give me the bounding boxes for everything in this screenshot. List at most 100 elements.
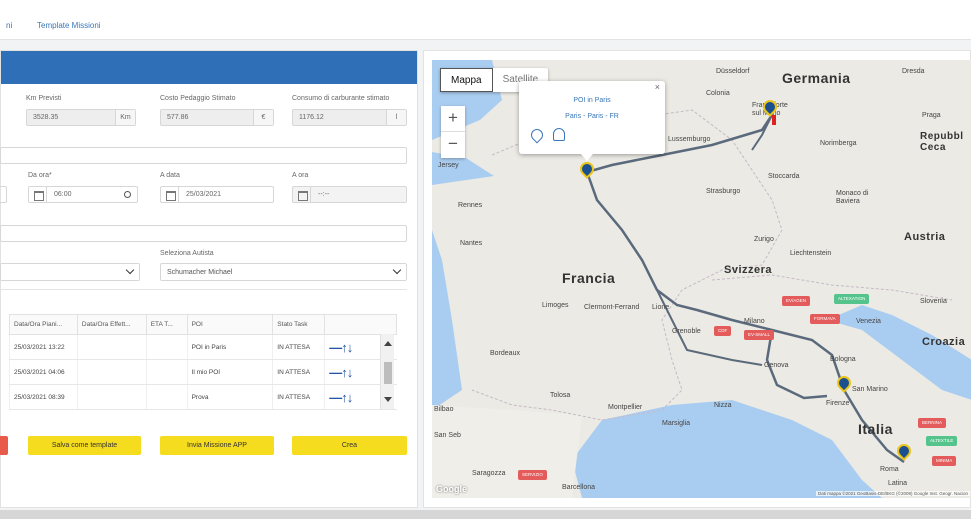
popup-title: POI in Paris	[573, 97, 611, 104]
city-label: San Seb	[434, 432, 461, 439]
poi-tag[interactable]: MINIMA	[932, 456, 957, 466]
cell-poi: POI in Paris	[186, 334, 273, 360]
from-date-input[interactable]	[0, 186, 7, 203]
delete-button[interactable]	[0, 436, 8, 455]
to-time-label: A ora	[292, 172, 309, 179]
map-attribution[interactable]: Dati mappa ©2021 GeoBasis-DE/BKG (©2009)…	[816, 491, 970, 496]
to-date-input[interactable]: 25/03/2021	[160, 186, 274, 203]
city-label: Roma	[880, 466, 899, 473]
zoom-control: + −	[441, 106, 465, 158]
description-input[interactable]	[0, 147, 407, 164]
toll-label: Costo Pedaggio Stimato	[160, 95, 236, 102]
breadcrumb-prev[interactable]: ni	[6, 21, 12, 30]
scroll-down-icon[interactable]	[384, 397, 392, 402]
col-eta[interactable]: ETA T...	[145, 314, 188, 335]
country-label-switzerland: Svizzera	[724, 264, 773, 276]
person-pin-icon[interactable]	[553, 128, 565, 141]
km-unit: Km	[115, 110, 135, 125]
driver-value: Schumacher Michael	[167, 269, 233, 276]
cell-actual	[76, 334, 147, 360]
location-pin-icon[interactable]	[528, 126, 546, 144]
city-label: Monaco di Baviera	[836, 190, 869, 205]
city-label: Norimberga	[820, 140, 857, 147]
city-label: Clermont-Ferrand	[584, 304, 640, 311]
col-status[interactable]: Stato Task	[272, 314, 326, 335]
col-actual[interactable]: Data/Ora Effett...	[76, 314, 147, 335]
poi-tag[interactable]: EV/AGEN	[782, 296, 811, 306]
poi-tag[interactable]: EV-SMALL	[744, 330, 775, 340]
city-label: Lione	[652, 304, 670, 311]
cell-planned: 25/03/2021 13:22	[9, 334, 78, 360]
vehicle-select[interactable]	[0, 263, 140, 281]
to-time-placeholder: --:--	[318, 191, 330, 198]
table-row[interactable]: 25/03/2021 04:06 Il mio POI IN ATTESA —↑…	[9, 359, 397, 385]
city-label: Grenoble	[672, 328, 701, 335]
city-label: Bordeaux	[490, 350, 520, 357]
city-label: Düsseldorf	[716, 68, 750, 75]
city-label: Jersey	[438, 162, 459, 169]
to-date-label: A data	[160, 172, 180, 179]
km-label: Km Previsti	[26, 95, 62, 102]
popup-address: Paris - Paris - FR	[565, 113, 619, 120]
fuel-field: 1176.12 l	[292, 109, 407, 126]
cell-status: IN ATTESA	[272, 334, 325, 360]
poi-tag[interactable]: ALTEXTILE	[926, 436, 958, 446]
from-time-label: Da ora*	[28, 172, 52, 179]
table-row[interactable]: 25/03/2021 13:22 POI in Paris IN ATTESA …	[9, 334, 397, 360]
cell-eta	[145, 334, 188, 360]
from-time-value: 06:00	[54, 191, 72, 198]
to-time-input[interactable]: --:--	[292, 186, 407, 203]
toll-field: 577.86 €	[160, 109, 274, 126]
city-label: Slovenia	[920, 298, 947, 305]
col-planned[interactable]: Data/Ora Piani...	[9, 314, 78, 335]
cell-eta	[145, 384, 188, 410]
fuel-value: 1176.12	[299, 114, 324, 121]
poi-tag[interactable]: ALTEXATION	[834, 294, 870, 304]
table-scrollbar[interactable]	[380, 334, 394, 409]
city-label: Genova	[764, 362, 789, 369]
poi-tag[interactable]: FORMAVA	[810, 314, 840, 324]
poi-tag[interactable]: SERVIZIO	[518, 470, 547, 480]
map-type-map[interactable]: Mappa	[440, 68, 493, 92]
route-map[interactable]: Mappa Satellite + − × POI in Paris Paris…	[432, 60, 971, 498]
city-label: Venezia	[856, 318, 881, 325]
table-header-row: Data/Ora Piani... Data/Ora Effett... ETA…	[9, 314, 397, 335]
city-label: Latina	[888, 480, 908, 487]
poi-tag[interactable]: BERNINA	[918, 418, 947, 428]
from-time-input[interactable]: 06:00	[28, 186, 138, 203]
save-template-button[interactable]: Salva come template	[28, 436, 141, 455]
city-label: Barcellona	[562, 484, 596, 491]
city-label: Colonia	[706, 90, 730, 97]
cell-eta	[145, 359, 188, 385]
cell-status: IN ATTESA	[272, 359, 325, 385]
city-label: Milano	[744, 318, 765, 325]
bottom-scrollbar[interactable]	[0, 510, 971, 519]
city-label: Stoccarda	[768, 173, 800, 180]
driver-select[interactable]: Schumacher Michael	[160, 263, 407, 281]
city-label: Lussemburgo	[668, 136, 711, 143]
send-app-button[interactable]: Invia Missione APP	[160, 436, 274, 455]
google-logo: Google	[436, 484, 467, 494]
zoom-out-button[interactable]: −	[441, 132, 465, 158]
notes-input[interactable]	[0, 225, 407, 242]
city-label: Bologna	[830, 356, 856, 363]
toll-value: 577.86	[167, 114, 189, 121]
city-label: San Marino	[852, 386, 888, 393]
city-label: Nizza	[714, 402, 732, 409]
create-button[interactable]: Crea	[292, 436, 407, 455]
city-label: Marsiglia	[662, 420, 691, 427]
city-label: Praga	[922, 112, 941, 119]
close-icon[interactable]: ×	[655, 82, 660, 92]
scroll-thumb[interactable]	[384, 362, 392, 384]
chevron-down-icon	[392, 265, 402, 275]
country-label-croatia: Croazia	[922, 336, 966, 348]
zoom-in-button[interactable]: +	[441, 106, 465, 132]
breadcrumb-template-missions[interactable]: Template Missioni	[37, 21, 101, 30]
task-table: Data/Ora Piani... Data/Ora Effett... ETA…	[9, 314, 397, 410]
scroll-up-icon[interactable]	[384, 341, 392, 346]
col-poi[interactable]: POI	[186, 314, 274, 335]
table-row[interactable]: 25/03/2021 08:39 Prova IN ATTESA —↑↓	[9, 384, 397, 410]
cell-poi: Prova	[186, 384, 273, 410]
city-label: Dresda	[902, 68, 925, 75]
poi-tag[interactable]: CDF	[714, 326, 732, 336]
